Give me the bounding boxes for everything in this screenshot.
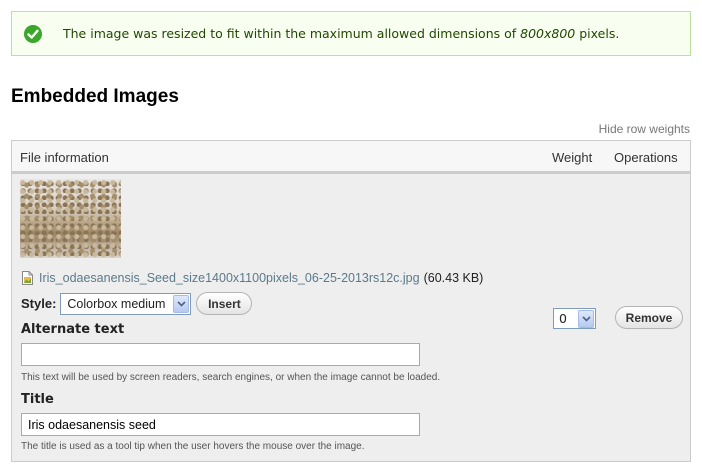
- style-label: Style:: [21, 296, 57, 311]
- section-title: Embedded Images: [11, 86, 179, 107]
- status-dimensions: 800x800: [520, 26, 576, 41]
- weight-select[interactable]: 0: [553, 308, 596, 329]
- style-select-value: Colorbox medium: [67, 296, 166, 311]
- weight-select-value: 0: [559, 311, 567, 326]
- checkmark-circle-icon: [23, 24, 43, 44]
- style-field: Style: Colorbox medium Insert: [21, 292, 253, 315]
- chevron-down-icon[interactable]: [578, 309, 594, 328]
- embedded-images-table: File information Weight Operations Iris_…: [11, 140, 691, 462]
- header-operations: Operations: [614, 150, 678, 165]
- title-input[interactable]: [21, 413, 420, 436]
- file-size: (60.43 KB): [423, 271, 484, 285]
- table-header: File information Weight Operations: [12, 141, 690, 174]
- header-weight: Weight: [552, 150, 593, 165]
- alternate-text-input[interactable]: [21, 343, 420, 366]
- remove-button[interactable]: Remove: [615, 306, 683, 329]
- alternate-text-description: This text will be used by screen readers…: [21, 372, 441, 383]
- title-label: Title: [21, 392, 54, 407]
- weight-field: 0: [553, 308, 596, 329]
- table-row: Iris_odaesanensis_Seed_size1400x1100pixe…: [12, 174, 690, 460]
- image-thumbnail: [20, 179, 121, 258]
- status-message: The image was resized to fit within the …: [11, 11, 691, 56]
- title-description: The title is used as a tool tip when the…: [21, 441, 365, 452]
- file-info: Iris_odaesanensis_Seed_size1400x1100pixe…: [22, 271, 483, 285]
- style-select[interactable]: Colorbox medium: [60, 292, 192, 315]
- image-file-icon: [22, 271, 33, 285]
- alternate-text-label: Alternate text: [21, 322, 125, 337]
- hide-row-weights-link[interactable]: Hide row weights: [599, 122, 690, 136]
- header-file-information: File information: [20, 150, 109, 165]
- insert-button[interactable]: Insert: [196, 292, 253, 315]
- file-name-link[interactable]: Iris_odaesanensis_Seed_size1400x1100pixe…: [39, 271, 420, 285]
- chevron-down-icon[interactable]: [173, 294, 190, 313]
- status-text: The image was resized to fit within the …: [63, 26, 620, 41]
